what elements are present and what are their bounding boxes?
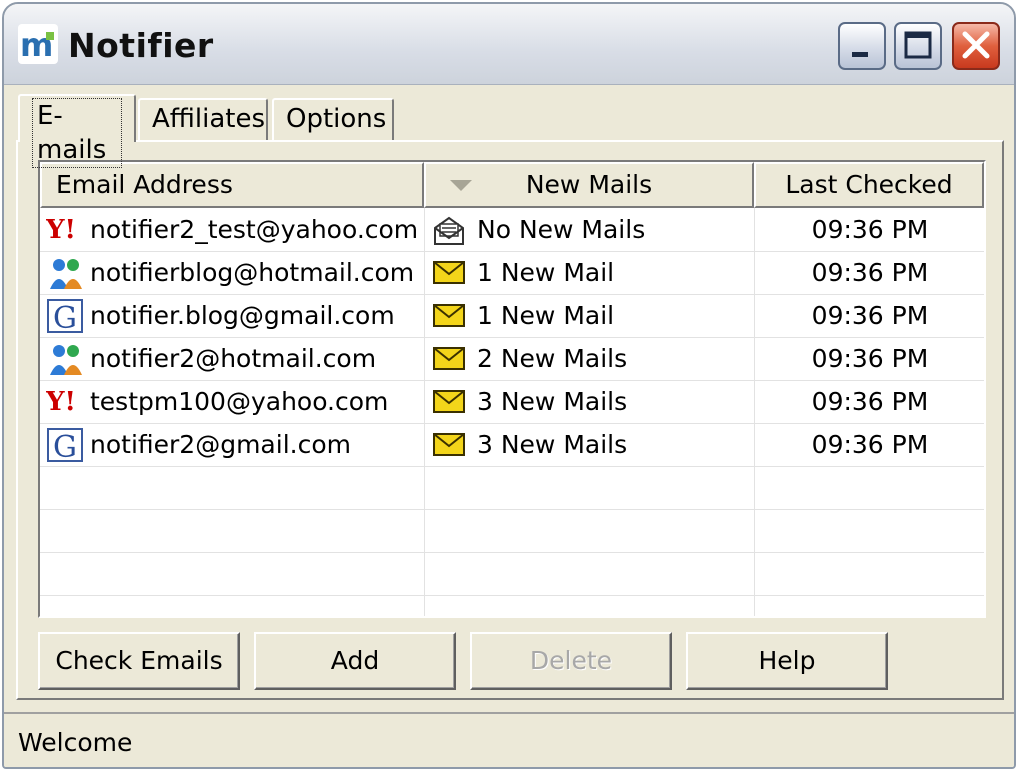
- last-checked-time: 09:36 PM: [754, 208, 984, 251]
- close-button[interactable]: [952, 22, 1000, 70]
- column-header-new-mails-label: New Mails: [525, 170, 653, 199]
- column-header-last-checked[interactable]: Last Checked: [754, 162, 984, 208]
- email-cell: notifierblog@hotmail.com: [46, 251, 424, 294]
- table-row[interactable]: notifierblog@hotmail.com 1 New Mail 09:3…: [40, 251, 984, 295]
- empty-row: [40, 595, 984, 616]
- svg-text:G: G: [53, 430, 77, 463]
- empty-row: [40, 552, 984, 596]
- table-row[interactable]: G notifier.blog@gmail.com 1 New Mail 09:…: [40, 294, 984, 338]
- column-header-email[interactable]: Email Address: [40, 162, 424, 208]
- table-row[interactable]: Y! testpm100@yahoo.com 3 New Mails 09:36…: [40, 380, 984, 424]
- email-address: testpm100@yahoo.com: [90, 387, 389, 416]
- notifier-logo-icon: m: [18, 24, 58, 64]
- new-mails-cell: 3 New Mails: [424, 423, 755, 466]
- last-checked-time: 09:36 PM: [754, 294, 984, 337]
- envelope-icon: [433, 304, 465, 327]
- table-row[interactable]: G notifier2@gmail.com 3 New Mails 09:36 …: [40, 423, 984, 467]
- empty-row: [40, 509, 984, 553]
- tab-affiliates[interactable]: Affiliates: [138, 98, 268, 140]
- email-address: notifier2_test@yahoo.com: [90, 215, 419, 244]
- hotmail-icon: [50, 259, 82, 289]
- check-emails-button[interactable]: Check Emails: [38, 632, 240, 690]
- new-mails-cell: 1 New Mail: [424, 294, 755, 337]
- maximize-button[interactable]: [894, 22, 942, 70]
- new-mails-cell: 3 New Mails: [424, 380, 755, 423]
- svg-text:G: G: [53, 301, 77, 334]
- envelope-icon: [433, 390, 465, 413]
- email-cell: G notifier.blog@gmail.com: [46, 294, 424, 337]
- minimize-icon: [852, 52, 868, 57]
- svg-text:m: m: [20, 26, 53, 64]
- minimize-button[interactable]: [838, 22, 886, 70]
- empty-cell: [424, 552, 755, 595]
- column-header-new-mails[interactable]: New Mails: [424, 162, 754, 208]
- empty-row: [40, 466, 984, 510]
- envelope-icon: [433, 433, 465, 456]
- last-checked-time: 09:36 PM: [754, 251, 984, 294]
- new-mails-status: 1 New Mail: [477, 258, 615, 287]
- tab-options[interactable]: Options: [272, 98, 394, 140]
- email-address: notifier2@hotmail.com: [90, 344, 377, 373]
- list-header: Email Address New Mails Last Checked: [40, 162, 984, 208]
- empty-cell: [754, 552, 984, 595]
- empty-cell: [754, 595, 984, 616]
- envelope-icon: [433, 347, 465, 370]
- status-bar: Welcome: [4, 712, 1014, 767]
- new-mails-status: 1 New Mail: [477, 301, 615, 330]
- table-row[interactable]: notifier2@hotmail.com 2 New Mails 09:36 …: [40, 337, 984, 381]
- email-cell: Y! testpm100@yahoo.com: [46, 380, 424, 423]
- empty-cell: [424, 595, 755, 616]
- title-bar[interactable]: m Notifier: [4, 4, 1014, 85]
- yahoo-icon: Y!: [46, 215, 76, 245]
- empty-cell: [424, 466, 755, 509]
- add-button[interactable]: Add: [254, 632, 456, 690]
- last-checked-time: 09:36 PM: [754, 423, 984, 466]
- window-title: Notifier: [68, 26, 214, 65]
- new-mails-cell: 2 New Mails: [424, 337, 755, 380]
- tab-emails-label: E-mails: [32, 98, 122, 168]
- delete-button: Delete: [470, 632, 672, 690]
- last-checked-time: 09:36 PM: [754, 337, 984, 380]
- new-mails-cell: 1 New Mail: [424, 251, 755, 294]
- last-checked-time: 09:36 PM: [754, 380, 984, 423]
- new-mails-status: No New Mails: [477, 215, 646, 244]
- column-header-email-label: Email Address: [56, 170, 233, 199]
- email-address: notifierblog@hotmail.com: [90, 258, 415, 287]
- sort-down-icon: [450, 180, 472, 191]
- hotmail-icon: [50, 345, 82, 375]
- empty-cell: [754, 509, 984, 552]
- email-cell: Y! notifier2_test@yahoo.com: [46, 208, 424, 251]
- open-envelope-icon: [434, 216, 464, 245]
- help-button[interactable]: Help: [686, 632, 888, 690]
- new-mails-status: 2 New Mails: [477, 344, 628, 373]
- tab-options-label: Options: [286, 104, 387, 134]
- maximize-icon: [904, 31, 932, 59]
- email-cell: G notifier2@gmail.com: [46, 423, 424, 466]
- email-address: notifier.blog@gmail.com: [90, 301, 395, 330]
- empty-cell: [754, 466, 984, 509]
- svg-text:Y!: Y!: [46, 215, 76, 245]
- status-text: Welcome: [18, 728, 133, 757]
- new-mails-status: 3 New Mails: [477, 387, 628, 416]
- yahoo-icon: Y!: [46, 387, 76, 417]
- email-list[interactable]: Email Address New Mails Last Checked Y! …: [38, 160, 986, 618]
- svg-text:Y!: Y!: [46, 387, 76, 417]
- column-header-last-checked-label: Last Checked: [785, 170, 953, 199]
- notifier-window: m Notifier E-mails Affiliates Options Em…: [2, 2, 1016, 769]
- gmail-icon: G: [47, 428, 83, 463]
- table-row[interactable]: Y! notifier2_test@yahoo.com No New Mails…: [40, 208, 984, 252]
- close-icon: [962, 31, 990, 59]
- new-mails-cell: No New Mails: [424, 208, 755, 251]
- email-address: notifier2@gmail.com: [90, 430, 351, 459]
- email-cell: notifier2@hotmail.com: [46, 337, 424, 380]
- empty-cell: [424, 509, 755, 552]
- envelope-icon: [433, 261, 465, 284]
- gmail-icon: G: [47, 299, 83, 334]
- tab-affiliates-label: Affiliates: [152, 104, 266, 134]
- new-mails-status: 3 New Mails: [477, 430, 628, 459]
- tab-emails[interactable]: E-mails: [18, 94, 136, 168]
